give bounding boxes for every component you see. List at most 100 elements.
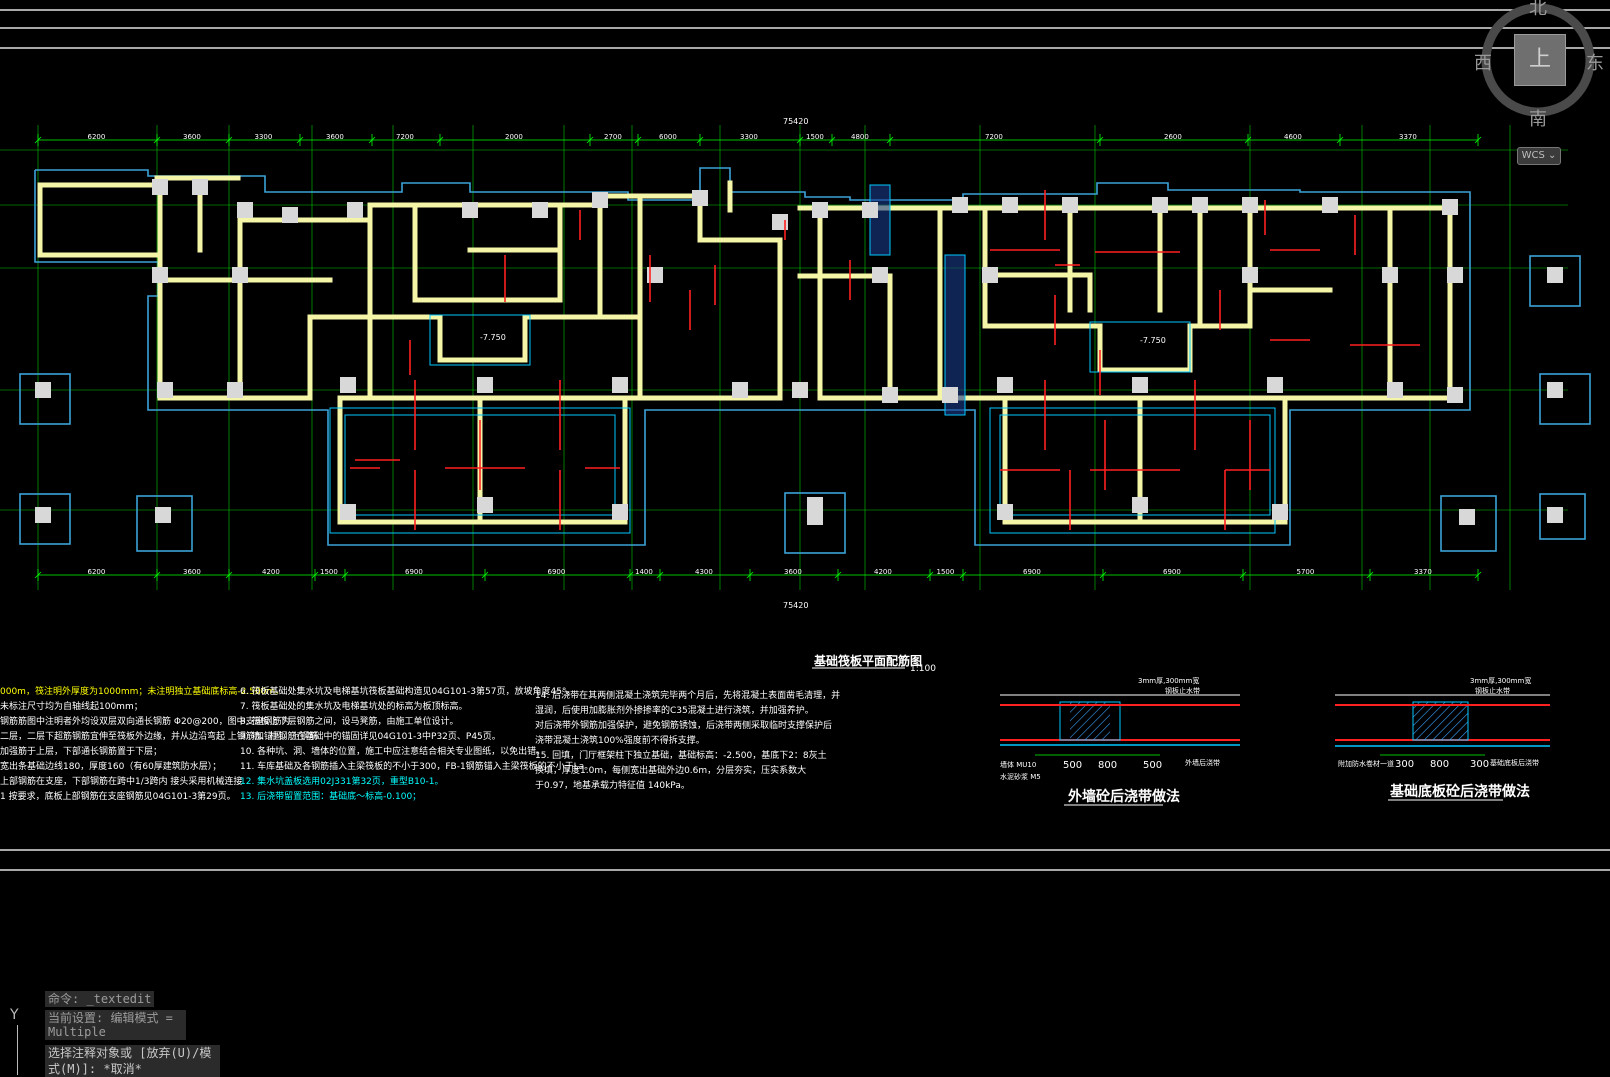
bottom-dim-8: 3600: [784, 568, 802, 576]
detail1-dim-c: 500: [1143, 760, 1163, 771]
column: [1132, 497, 1148, 513]
main-drawing-scale: 1:100: [910, 664, 936, 674]
column: [1152, 197, 1168, 213]
column: [282, 207, 298, 223]
detail1-dim-a: 500: [1063, 760, 1083, 771]
detail1-label-c: 外墙后浇带: [1185, 759, 1220, 767]
bottom-dim-6: 1400: [635, 568, 653, 576]
wcs-label: WCS: [1521, 150, 1545, 161]
top-dim-3: 3600: [326, 133, 344, 141]
bottom-dim-14: 3370: [1414, 568, 1432, 576]
detail2-dim-b: 800: [1430, 759, 1450, 770]
column: [692, 190, 708, 206]
wcs-menu-button[interactable]: WCS ⌄: [1517, 147, 1561, 165]
column: [872, 267, 888, 283]
viewcube-south[interactable]: 南: [1529, 105, 1547, 131]
column: [477, 377, 493, 393]
column: [157, 382, 173, 398]
viewcube-north[interactable]: 北: [1529, 0, 1547, 20]
bottom-dim-7: 4300: [695, 568, 713, 576]
bottom-dim-2: 4200: [262, 568, 280, 576]
main-drawing-title: 基础筏板平面配筋图: [814, 654, 923, 668]
detail1-label-e: 墙体 MU10: [1000, 761, 1037, 769]
column: [807, 497, 823, 513]
column: [152, 267, 168, 283]
column: [477, 497, 493, 513]
column: [1242, 267, 1258, 283]
overall-dimension-bottom: 75420: [783, 601, 809, 610]
top-dim-11: 7200: [985, 133, 1003, 141]
column: [35, 382, 51, 398]
note-line: 15. 回填，门厅框架柱下独立基础，基础标高：-2.500，基底下2：8灰土: [535, 751, 827, 761]
column: [340, 504, 356, 520]
command-setting-text: 当前设置: 编辑模式 = Multiple: [45, 1010, 186, 1040]
column: [982, 267, 998, 283]
top-dim-9: 1500: [806, 133, 824, 141]
level-mark-left: -7.750: [480, 333, 506, 342]
overall-dimension-top: 75420: [783, 117, 809, 126]
column: [227, 382, 243, 398]
bottom-dim-11: 6900: [1023, 568, 1041, 576]
note-line: 14. 后浇带在其两侧混凝土浇筑完毕两个月后，先将混凝土表面凿毛清理，并: [535, 691, 841, 701]
column: [1447, 387, 1463, 403]
column: [347, 202, 363, 218]
bottom-dim-10: 1500: [936, 568, 955, 576]
command-prompt[interactable]: 选择注释对象或 [放弃(U)/模 式(M)]: *取消*: [45, 1045, 220, 1077]
top-dim-10: 4800: [851, 133, 869, 141]
column: [232, 267, 248, 283]
column: [1002, 197, 1018, 213]
column: [1272, 504, 1288, 520]
viewcube-west[interactable]: 西: [1474, 49, 1492, 75]
column: [942, 387, 958, 403]
command-history-1: 命令: _textedit: [45, 991, 155, 1007]
ucs-y-axis-label: Y: [10, 1007, 19, 1023]
column: [1132, 377, 1148, 393]
top-dim-1: 3600: [183, 133, 201, 141]
drawing-canvas[interactable]: [0, 0, 1610, 1075]
viewcube-top-face[interactable]: 上: [1514, 34, 1566, 86]
column: [882, 387, 898, 403]
note-line: 对后浇带外钢筋加强保护，避免钢筋锈蚀，后浇带两侧采取临时支撑保护后: [535, 721, 833, 731]
column: [1267, 377, 1283, 393]
note-line: 浇带混凝土浇筑100%强度前不得拆支撑。: [535, 736, 705, 746]
bottom-dim-0: 6200: [87, 568, 106, 576]
command-prompt-line-1: 选择注释对象或 [放弃(U)/模: [45, 1045, 220, 1061]
column: [1447, 267, 1463, 283]
column: [462, 202, 478, 218]
detail2-label-b: 钢板止水带: [1475, 687, 1510, 695]
command-history-2: 当前设置: 编辑模式 = Multiple: [45, 1010, 186, 1040]
column: [997, 377, 1013, 393]
level-mark-right: -7.750: [1140, 336, 1166, 345]
top-dim-12: 2600: [1164, 133, 1182, 141]
note-line: 湿润，后使用加膨胀剂外掺掺率的C35混凝土进行浇筑，并加强养护。: [535, 706, 814, 716]
bottom-dim-4: 6900: [405, 568, 423, 576]
chevron-down-icon: ⌄: [1548, 150, 1557, 161]
column: [1459, 509, 1475, 525]
top-dim-0: 6200: [87, 133, 106, 141]
column: [997, 504, 1013, 520]
note-line: 换填，厚度1.0m，每侧宽出基础外边0.6m，分层夯实，压实系数大: [535, 766, 807, 776]
top-dim-5: 2000: [505, 133, 523, 141]
column: [1442, 199, 1458, 215]
column: [612, 377, 628, 393]
column: [1387, 382, 1403, 398]
detail2-dim-c: 300: [1470, 759, 1490, 770]
ucs-y-axis-icon: [17, 1025, 18, 1075]
top-dim-6: 2700: [604, 133, 622, 141]
top-dim-13: 4600: [1284, 133, 1302, 141]
viewcube-east[interactable]: 东: [1586, 49, 1604, 75]
top-dim-2: 3300: [254, 133, 273, 141]
column: [1547, 267, 1563, 283]
top-dim-8: 3300: [740, 133, 758, 141]
bottom-dim-5: 6900: [547, 568, 566, 576]
column: [612, 504, 628, 520]
column: [1322, 197, 1338, 213]
detail1-title: 外墙砼后浇带做法: [1068, 789, 1180, 805]
command-history-text: 命令: _textedit: [45, 991, 155, 1007]
detail2-dim-a: 300: [1395, 759, 1415, 770]
bottom-dim-3: 1500: [320, 568, 338, 576]
detail1-label-b: 钢板止水带: [1165, 687, 1200, 695]
column: [340, 377, 356, 393]
column: [237, 202, 253, 218]
column: [1547, 382, 1563, 398]
